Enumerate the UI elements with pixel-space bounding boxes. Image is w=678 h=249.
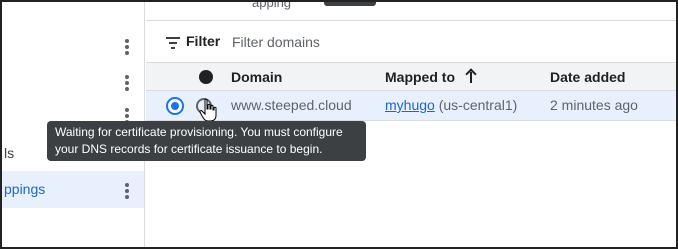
- row-select-radio[interactable]: [166, 97, 184, 115]
- mapped-service-link[interactable]: myhugo: [385, 97, 435, 113]
- arrow-upward-icon[interactable]: [465, 68, 477, 84]
- status-dot-icon: [199, 70, 213, 84]
- date-added-cell: 2 minutes ago: [550, 97, 638, 113]
- more-vert-icon[interactable]: [117, 73, 137, 93]
- filter-domains-input[interactable]: [232, 31, 662, 53]
- filter-bar: Filter: [146, 20, 676, 62]
- more-vert-icon[interactable]: [117, 37, 137, 57]
- mapped-to-cell: myhugo (us-central1): [385, 97, 517, 113]
- table-row[interactable]: www.steeped.cloud myhugo (us-central1) 2…: [146, 91, 676, 121]
- sidebar-item-label[interactable]: ls: [4, 145, 14, 161]
- domain-cell: www.steeped.cloud: [231, 97, 352, 113]
- column-header-mapped-to[interactable]: Mapped to: [385, 69, 455, 85]
- certificate-status-tooltip: Waiting for certificate provisioning. Yo…: [47, 121, 366, 161]
- filter-label[interactable]: Filter: [186, 33, 220, 49]
- top-chip: [324, 2, 376, 6]
- more-vert-icon[interactable]: [117, 181, 137, 201]
- mapped-region-text: (us-central1): [438, 97, 518, 113]
- column-header-domain[interactable]: Domain: [231, 69, 282, 85]
- tooltip-line-2: your DNS records for certificate issuanc…: [55, 142, 323, 156]
- hand-cursor-icon: [199, 98, 217, 122]
- filter-list-icon[interactable]: [166, 37, 180, 49]
- screenshot-frame: apping ls ppings Filter Domain Mapped to…: [0, 0, 678, 249]
- sidebar-item-mappings-label[interactable]: ppings: [4, 181, 45, 197]
- table-header: Domain Mapped to Date added: [146, 62, 676, 91]
- column-header-date-added[interactable]: Date added: [550, 69, 625, 85]
- top-strip-text: apping: [252, 0, 292, 10]
- tooltip-line-1: Waiting for certificate provisioning. Yo…: [55, 125, 343, 139]
